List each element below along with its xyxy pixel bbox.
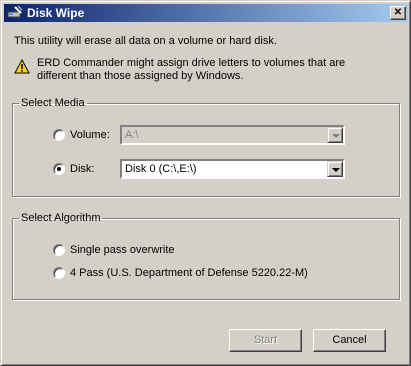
four-pass-radio[interactable] — [53, 267, 65, 279]
volume-select[interactable]: A:\ — [120, 125, 345, 145]
single-pass-label: Single pass overwrite — [70, 244, 175, 256]
start-button[interactable]: Start — [229, 329, 302, 352]
intro-text: This utility will erase all data on a vo… — [14, 35, 277, 47]
select-media-group: Select Media — [12, 97, 400, 197]
title-bar[interactable]: Disk Wipe ✕ — [4, 4, 408, 22]
chevron-down-icon — [332, 168, 340, 172]
select-media-legend: Select Media — [21, 97, 85, 109]
disk-wipe-icon — [7, 5, 23, 18]
four-pass-label: 4 Pass (U.S. Department of Defense 5220.… — [70, 267, 308, 279]
volume-select-value: A:\ — [125, 129, 139, 141]
warning-text-line1: ERD Commander might assign drive letters… — [37, 57, 346, 69]
close-button[interactable]: ✕ — [390, 6, 406, 20]
warning-text-line2: different than those assigned by Windows… — [37, 70, 244, 82]
chevron-down-icon — [332, 134, 340, 138]
volume-dropdown-button[interactable] — [327, 127, 343, 143]
disk-label: Disk: — [70, 163, 95, 175]
disk-wipe-dialog: Disk Wipe ✕ This utility will erase all … — [0, 0, 411, 366]
window-title: Disk Wipe — [27, 6, 85, 20]
disk-select-value: Disk 0 (C:\,E:\) — [125, 163, 197, 175]
disk-select[interactable]: Disk 0 (C:\,E:\) — [120, 159, 345, 179]
volume-radio[interactable] — [53, 129, 65, 141]
select-algorithm-legend: Select Algorithm — [21, 212, 101, 224]
select-algorithm-group: Select Algorithm — [12, 212, 400, 300]
disk-dropdown-button[interactable] — [327, 161, 343, 177]
single-pass-radio[interactable] — [53, 244, 65, 256]
close-icon: ✕ — [393, 7, 403, 18]
warning-icon — [14, 59, 30, 74]
cancel-button[interactable]: Cancel — [313, 329, 386, 352]
volume-label: Volume: — [70, 129, 110, 141]
disk-radio[interactable] — [53, 163, 65, 175]
